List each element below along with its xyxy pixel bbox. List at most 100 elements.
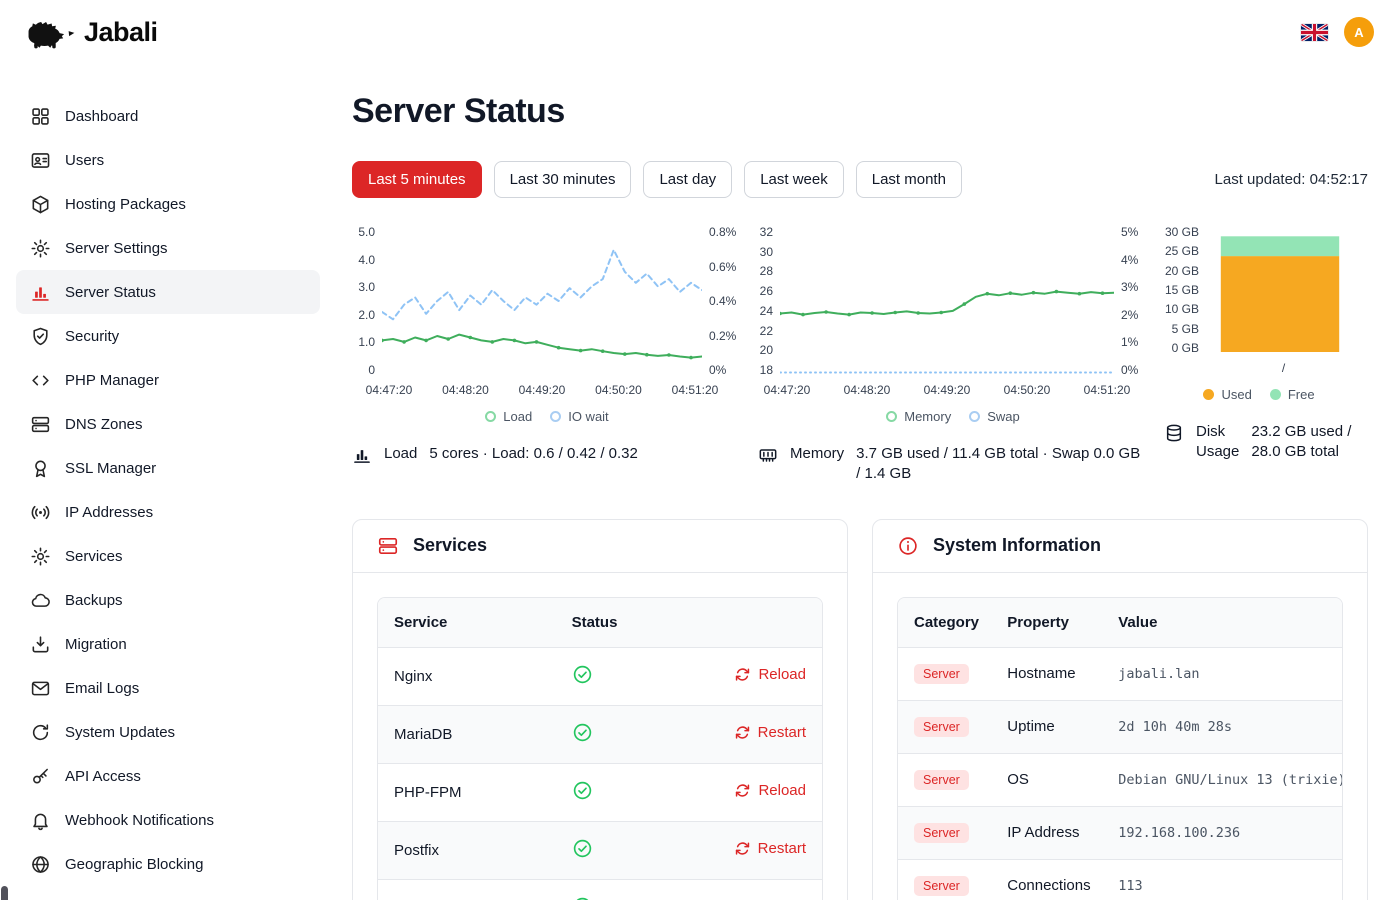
action-reload-link[interactable]: Reload [735, 782, 806, 799]
chart-disk-plot [1206, 226, 1354, 354]
right-axis-ticks: 5%4%3%2%1%0% [1114, 226, 1148, 376]
sidebar-item-hosting-packages[interactable]: Hosting Packages [16, 182, 320, 226]
service-row-dovecot: DovecotRestart [378, 879, 822, 900]
services-card: Services ServiceStatus NginxReloadMariaD… [352, 519, 848, 900]
check-circle-icon [572, 838, 593, 859]
filter-last-week[interactable]: Last week [744, 161, 844, 198]
sidebar-scrollbar-thumb[interactable] [1, 886, 8, 900]
left-axis-ticks: 5.04.03.02.01.00 [352, 226, 382, 376]
sidebar-item-ssl-manager[interactable]: SSL Manager [16, 446, 320, 490]
app: Jabali A DashboardUsersHosting Packages S… [0, 0, 1400, 900]
sidebar-item-server-status[interactable]: Server Status [16, 270, 320, 314]
action-reload-link[interactable]: Reload [735, 666, 806, 683]
sidebar: DashboardUsersHosting Packages Server Set… [0, 64, 336, 900]
key-icon [30, 766, 51, 787]
sidebar-item-security[interactable]: Security [16, 314, 320, 358]
sidebar-item-label: DNS Zones [65, 416, 143, 433]
info-icon [897, 535, 919, 557]
legend-swap[interactable]: Swap [969, 409, 1020, 424]
legend-label: Swap [987, 409, 1020, 424]
legend-label: Used [1221, 387, 1251, 402]
refresh-icon [30, 722, 51, 743]
sidebar-item-label: Server Settings [65, 240, 168, 257]
service-name: Postfix [378, 821, 556, 879]
legend-dot [550, 411, 561, 422]
system-info-card: System Information CategoryPropertyValue… [872, 519, 1368, 900]
system-row-connections: ServerConnections113 [898, 859, 1342, 900]
column-header-status: Status [556, 598, 654, 648]
category-badge: Server [914, 717, 969, 737]
sidebar-item-label: Backups [65, 592, 123, 609]
load-stat: Load5 cores · Load: 0.6 / 0.42 / 0.32 [352, 444, 742, 465]
legend-label: Load [503, 409, 532, 424]
check-circle-icon [572, 722, 593, 743]
status-cell [556, 763, 654, 821]
chart-legend: Used Free [1164, 387, 1354, 402]
property-value: Debian GNU/Linux 13 (trixie) [1102, 753, 1342, 806]
sidebar-item-dashboard[interactable]: Dashboard [16, 94, 320, 138]
chart-memory: 32302826242220185%4%3%2%1%0%04:47:2004:4… [758, 226, 1148, 485]
sidebar-item-label: Server Status [65, 284, 156, 301]
sidebar-item-migration[interactable]: Migration [16, 622, 320, 666]
sidebar-item-api-access[interactable]: API Access [16, 754, 320, 798]
avatar[interactable]: A [1344, 17, 1374, 47]
uk-flag-icon[interactable] [1301, 24, 1328, 41]
column-header-property: Property [991, 598, 1102, 648]
sidebar-item-system-updates[interactable]: System Updates [16, 710, 320, 754]
system-info-table-header: CategoryPropertyValue [898, 598, 1342, 648]
brand[interactable]: Jabali [22, 14, 158, 50]
gear-icon [30, 546, 51, 567]
action-restart-link[interactable]: Restart [735, 724, 806, 741]
header-right: A [1301, 17, 1374, 47]
filter-row: Last 5 minutes Last 30 minutes Last day Las… [352, 161, 1368, 198]
property-name: OS [991, 753, 1102, 806]
service-row-php-fpm: PHP-FPMReload [378, 763, 822, 821]
sidebar-item-geographic-blocking[interactable]: Geographic Blocking [16, 842, 320, 886]
property-name: Hostname [991, 647, 1102, 700]
layout: DashboardUsersHosting Packages Server Set… [0, 64, 1400, 900]
property-name: Uptime [991, 700, 1102, 753]
filter-last-5-minutes[interactable]: Last 5 minutes [352, 161, 482, 198]
stat-label: Load [384, 444, 417, 464]
legend-free[interactable]: Free [1270, 387, 1315, 402]
sidebar-item-label: Services [65, 548, 123, 565]
dashboard-icon [30, 106, 51, 127]
filter-last-month[interactable]: Last month [856, 161, 962, 198]
legend-memory[interactable]: Memory [886, 409, 951, 424]
download-tray-icon [30, 634, 51, 655]
action-restart-link[interactable]: Restart [735, 840, 806, 857]
sidebar-item-dns-zones[interactable]: DNS Zones [16, 402, 320, 446]
sidebar-item-email-logs[interactable]: Email Logs [16, 666, 320, 710]
boar-logo-icon [22, 14, 76, 50]
action-label: Reload [758, 782, 806, 799]
legend-io-wait[interactable]: IO wait [550, 409, 608, 424]
property-value: jabali.lan [1102, 647, 1342, 700]
services-card-icon [377, 535, 399, 557]
legend-used[interactable]: Used [1203, 387, 1251, 402]
sidebar-item-webhook-notifications[interactable]: Webhook Notifications [16, 798, 320, 842]
sidebar-item-ip-addresses[interactable]: IP Addresses [16, 490, 320, 534]
property-name: IP Address [991, 806, 1102, 859]
chart-load-plot [382, 226, 702, 376]
sidebar-item-label: Email Logs [65, 680, 139, 697]
sidebar-item-label: PHP Manager [65, 372, 159, 389]
sidebar-item-backups[interactable]: Backups [16, 578, 320, 622]
sidebar-item-server-settings[interactable]: Server Settings [16, 226, 320, 270]
refresh-cw-icon [735, 725, 750, 740]
legend-load[interactable]: Load [485, 409, 532, 424]
action-label: Restart [758, 840, 806, 857]
stat-label: Disk Usage [1196, 422, 1239, 463]
filter-last-day[interactable]: Last day [643, 161, 732, 198]
status-cell [556, 647, 654, 705]
filter-last-30-minutes[interactable]: Last 30 minutes [494, 161, 632, 198]
users-icon [30, 150, 51, 171]
sidebar-item-php-manager[interactable]: PHP Manager [16, 358, 320, 402]
cloud-icon [30, 590, 51, 611]
left-axis-ticks: 3230282624222018 [758, 226, 780, 376]
disk-stat: Disk Usage23.2 GB used / 28.0 GB total [1164, 422, 1354, 463]
services-table-header: ServiceStatus [378, 598, 822, 648]
bar-chart-icon [30, 282, 51, 303]
sidebar-item-users[interactable]: Users [16, 138, 320, 182]
sidebar-item-services[interactable]: Services [16, 534, 320, 578]
refresh-cw-icon [735, 667, 750, 682]
